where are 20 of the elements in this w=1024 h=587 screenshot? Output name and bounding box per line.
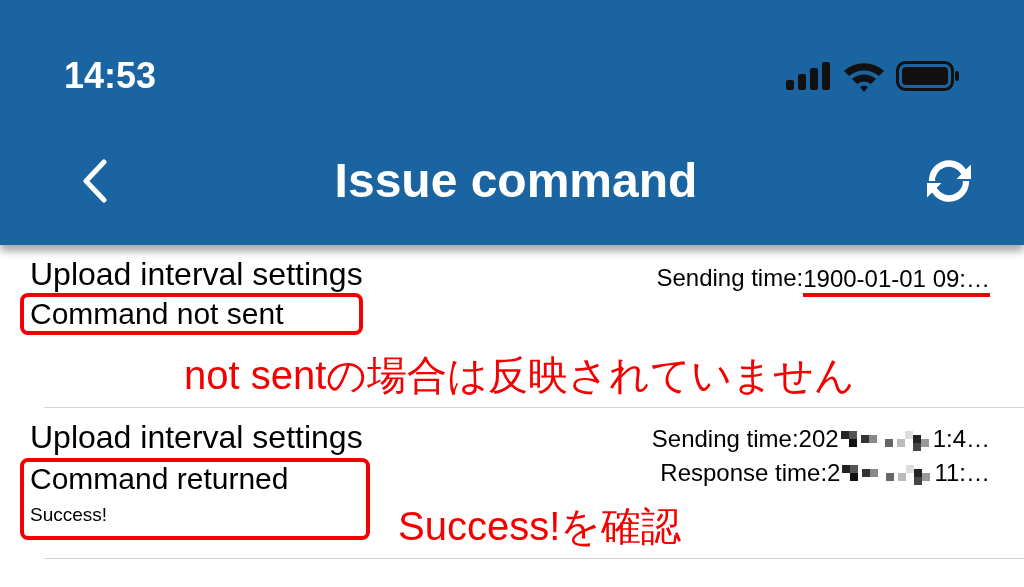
- signal-icon: [786, 62, 832, 90]
- annotation-text: Success!を確認: [398, 503, 682, 550]
- time-value: 1900-01-01 09:…: [803, 265, 990, 297]
- time-value: 2: [827, 458, 841, 488]
- wifi-icon: [842, 60, 886, 92]
- page-title: Issue command: [334, 153, 698, 209]
- command-result: Success!: [30, 504, 108, 526]
- command-name: Upload interval settings: [29, 418, 364, 456]
- time-label: Response time:: [660, 458, 828, 488]
- battery-icon: [896, 61, 960, 91]
- command-status: Command returned: [30, 462, 289, 496]
- time-label: Sending time:: [656, 263, 804, 293]
- annotation-text: not sentの場合は反映されていません: [184, 352, 856, 399]
- status-time: 14:53: [64, 54, 157, 98]
- time-label: Sending time:: [651, 424, 799, 454]
- time-value: 11:…: [934, 458, 990, 488]
- time-value: 1:4…: [932, 424, 990, 454]
- command-name: Upload interval settings: [29, 255, 363, 293]
- command-status: Command not sent: [30, 297, 284, 331]
- time-value: 202: [798, 424, 839, 454]
